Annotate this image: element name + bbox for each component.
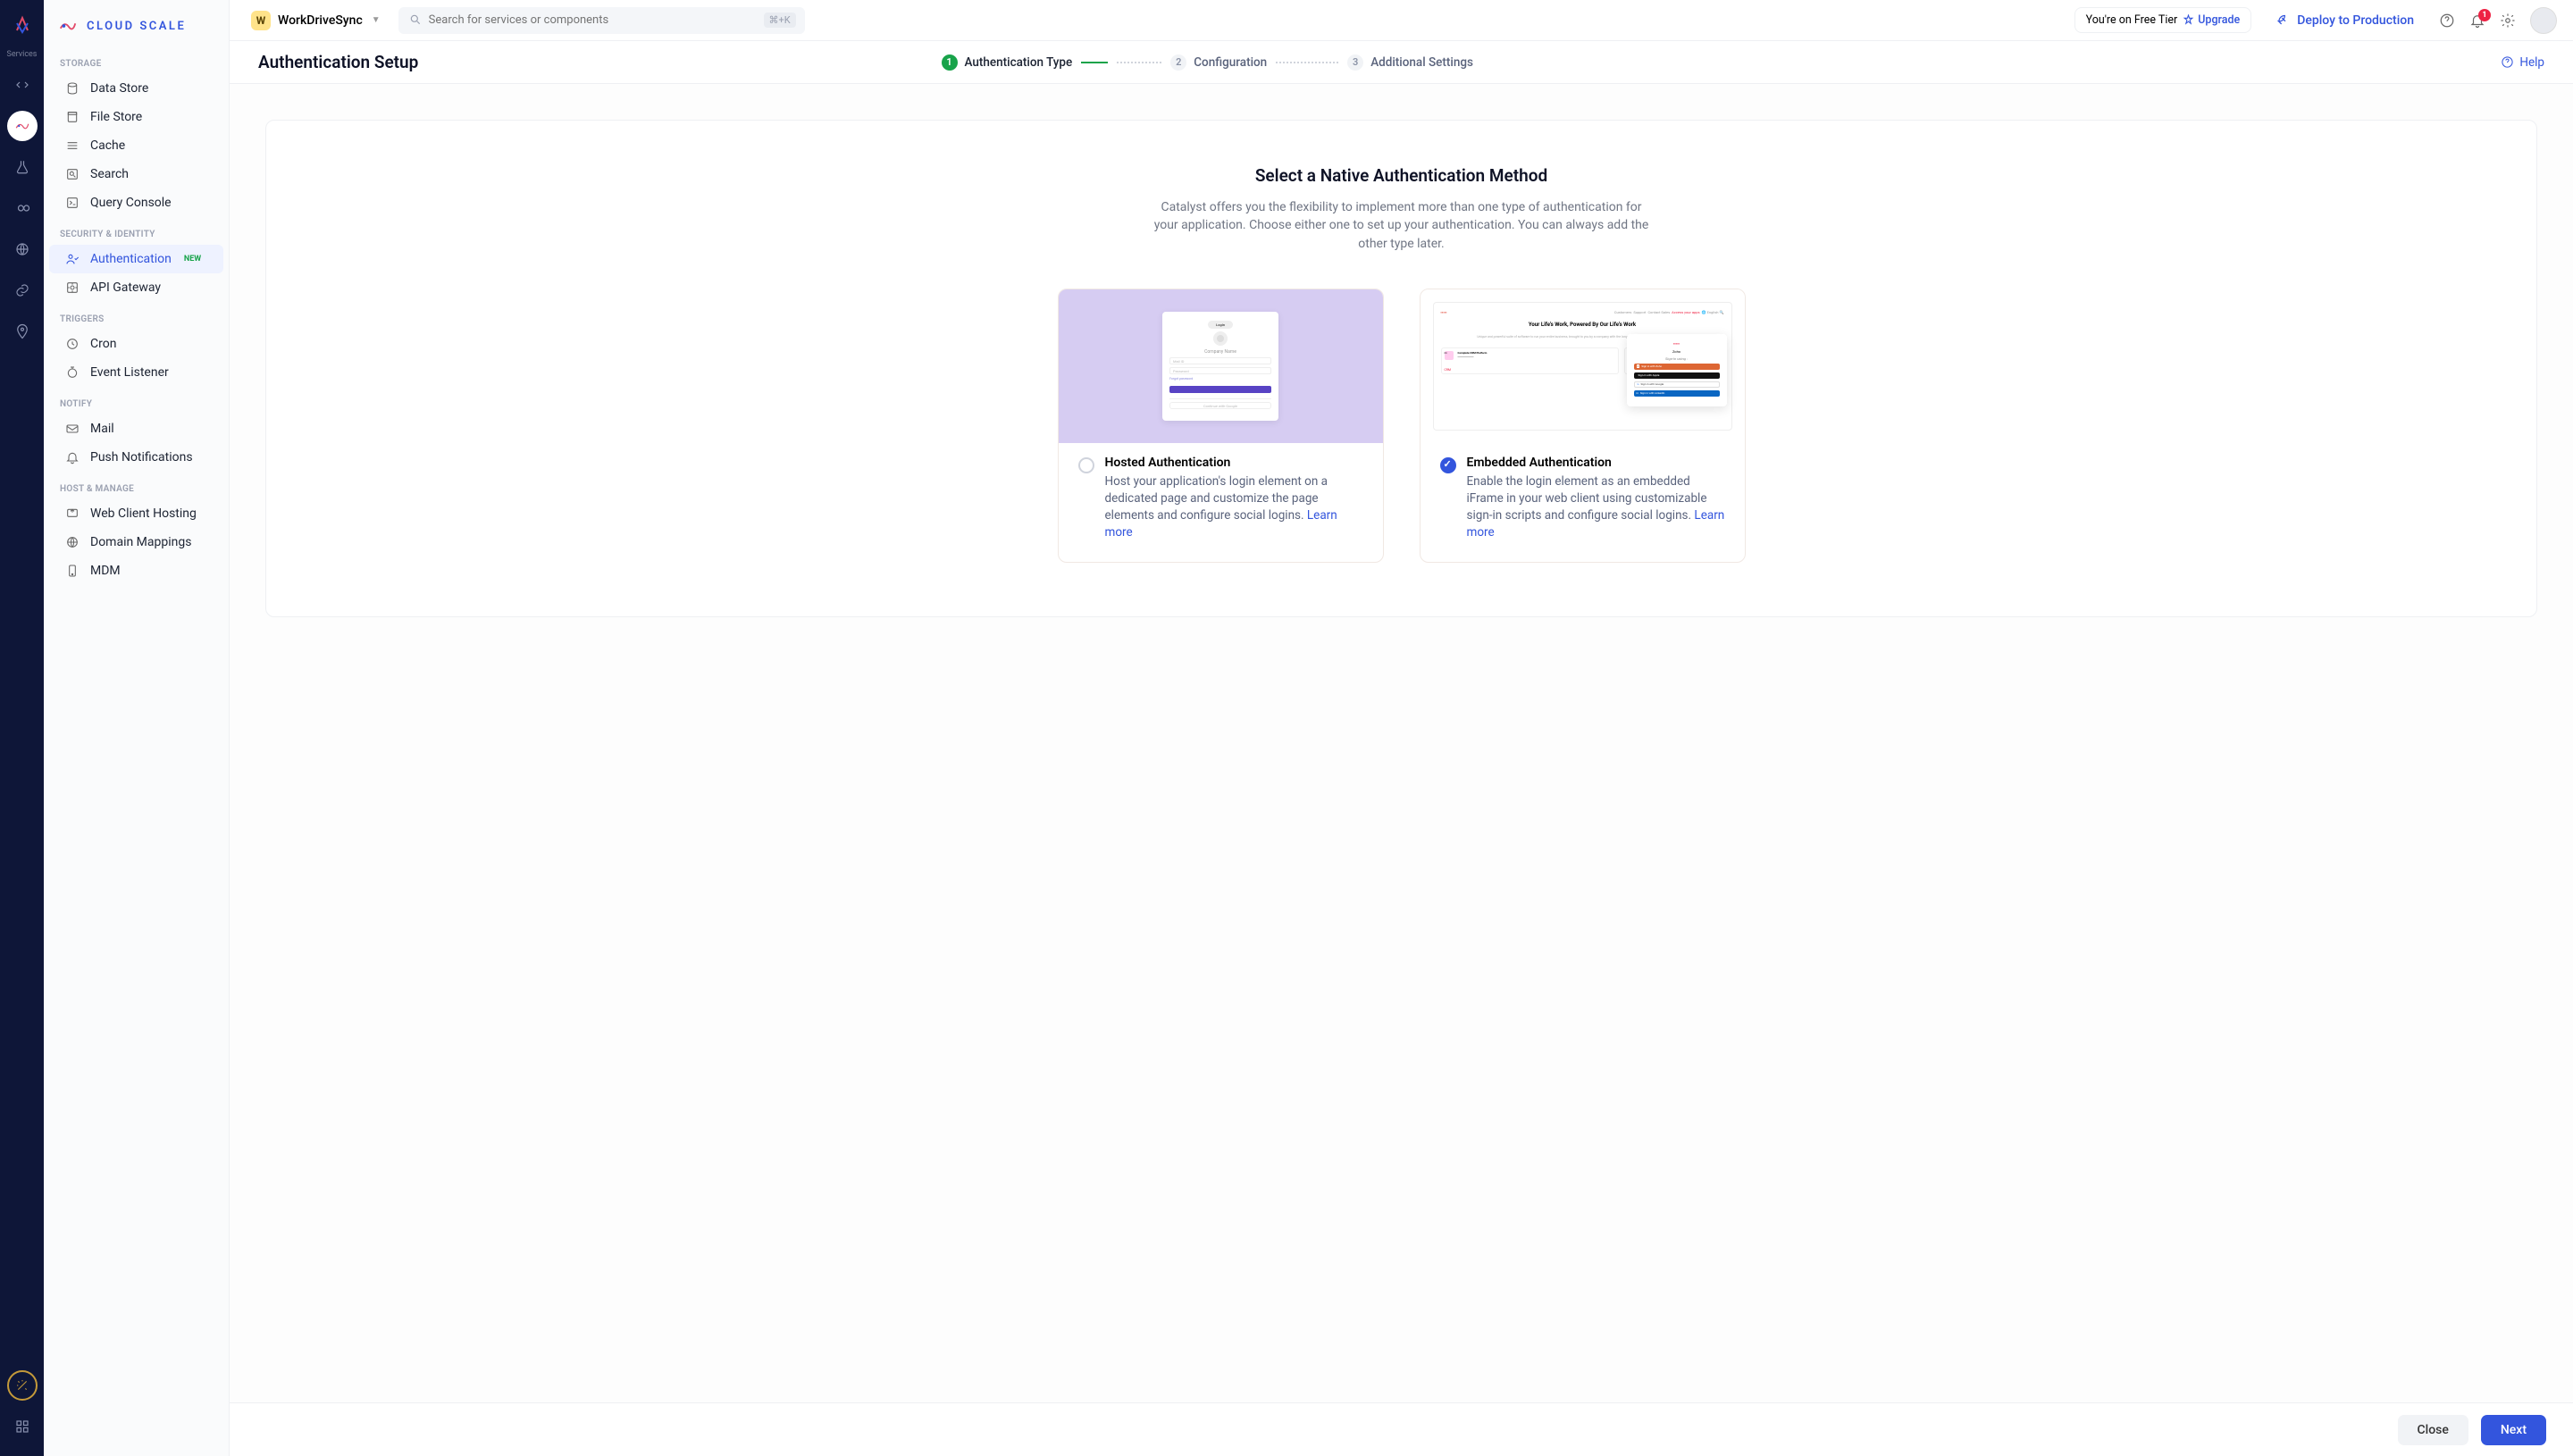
- card-embedded-auth[interactable]: ▪▪▪▪▪ Customers Support Contact Sales Ac…: [1420, 289, 1746, 564]
- menu-label: Authentication: [90, 252, 172, 266]
- sidebar-item-cache[interactable]: Cache: [49, 131, 223, 160]
- notification-badge: 1: [2478, 9, 2491, 21]
- sidebar-brand: CLOUD SCALE: [44, 0, 229, 46]
- sidebar-section-storage: STORAGE: [44, 46, 229, 74]
- menu-label: MDM: [90, 564, 121, 578]
- panel-subtitle: Catalyst offers you the flexibility to i…: [1152, 198, 1652, 253]
- close-button[interactable]: Close: [2398, 1415, 2468, 1445]
- project-initial: W: [251, 11, 271, 30]
- page-subheader: Authentication Setup 1Authentication Typ…: [230, 41, 2573, 84]
- main-area: W WorkDriveSync ▼ ⌘+K You're on Free Tie…: [230, 0, 2573, 1456]
- user-avatar[interactable]: [2530, 7, 2557, 34]
- menu-label: Query Console: [90, 196, 172, 210]
- menu-label: Event Listener: [90, 365, 169, 380]
- new-badge: NEW: [184, 255, 201, 264]
- footer-bar: Close Next: [230, 1402, 2573, 1456]
- menu-label: Search: [90, 167, 129, 181]
- help-icon[interactable]: [2439, 13, 2455, 29]
- next-button[interactable]: Next: [2481, 1415, 2546, 1445]
- project-name: WorkDriveSync: [278, 13, 363, 28]
- project-selector[interactable]: W WorkDriveSync ▼: [246, 7, 386, 34]
- tier-box: You're on Free Tier Upgrade: [2074, 7, 2252, 33]
- search-input[interactable]: [398, 7, 805, 34]
- sidebar-section-host: HOST & MANAGE: [44, 472, 229, 499]
- sidebar-item-cron[interactable]: Cron: [49, 330, 223, 358]
- card-title: Hosted Authentication: [1105, 456, 1363, 470]
- card-desc: Enable the login element as an embedded …: [1467, 473, 1725, 541]
- tier-text: You're on Free Tier: [2086, 13, 2178, 27]
- menu-label: API Gateway: [90, 280, 161, 295]
- card-title: Embedded Authentication: [1467, 456, 1725, 470]
- brand-text: CLOUD SCALE: [87, 20, 186, 33]
- sidebar-item-push-notifications[interactable]: Push Notifications: [49, 443, 223, 472]
- menu-label: File Store: [90, 110, 142, 124]
- radio-hosted[interactable]: [1078, 457, 1094, 473]
- menu-label: Data Store: [90, 81, 148, 96]
- rail-item-cloudscale[interactable]: [7, 111, 38, 141]
- sidebar-section-notify: NOTIFY: [44, 387, 229, 414]
- help-link[interactable]: Help: [2501, 55, 2544, 70]
- card-desc: Host your application's login element on…: [1105, 473, 1363, 541]
- menu-label: Domain Mappings: [90, 535, 191, 549]
- menu-label: Web Client Hosting: [90, 506, 197, 521]
- step-connector: [1117, 62, 1161, 63]
- sidebar-item-web-client-hosting[interactable]: Web Client Hosting: [49, 499, 223, 528]
- services-label: Services: [7, 50, 38, 59]
- card-preview-hosted: Login Company Name Mail ID Password Forg…: [1059, 289, 1383, 443]
- rail-item-location[interactable]: [7, 316, 38, 347]
- auth-panel: Select a Native Authentication Method Ca…: [265, 120, 2537, 617]
- upgrade-link[interactable]: Upgrade: [2183, 13, 2240, 27]
- step-connector: [1081, 62, 1108, 63]
- menu-label: Cache: [90, 138, 125, 153]
- radio-embedded[interactable]: [1440, 457, 1456, 473]
- panel-heading: Select a Native Authentication Method: [320, 165, 2483, 186]
- sidebar-item-mail[interactable]: Mail: [49, 414, 223, 443]
- step-connector: [1276, 62, 1338, 63]
- deploy-button[interactable]: Deploy to Production: [2264, 8, 2426, 33]
- rail-item-world[interactable]: [7, 234, 38, 264]
- content: Select a Native Authentication Method Ca…: [230, 84, 2573, 1456]
- sidebar: CLOUD SCALE STORAGE Data Store File Stor…: [44, 0, 230, 1456]
- settings-icon[interactable]: [2500, 13, 2516, 29]
- sidebar-item-domain-mappings[interactable]: Domain Mappings: [49, 528, 223, 556]
- menu-label: Push Notifications: [90, 450, 193, 464]
- sidebar-item-authentication[interactable]: Authentication NEW: [49, 245, 223, 273]
- rail-item-code[interactable]: [7, 70, 38, 100]
- sidebar-item-query-console[interactable]: Query Console: [49, 188, 223, 217]
- stepper: 1Authentication Type 2Configuration 3Add…: [942, 54, 1473, 71]
- step-2[interactable]: 2Configuration: [1170, 54, 1267, 71]
- card-preview-embedded: ▪▪▪▪▪ Customers Support Contact Sales Ac…: [1421, 289, 1745, 443]
- sidebar-item-mdm[interactable]: MDM: [49, 556, 223, 585]
- apps-grid-icon[interactable]: [7, 1411, 38, 1442]
- menu-label: Mail: [90, 422, 114, 436]
- notifications-icon[interactable]: 1: [2469, 13, 2485, 29]
- step-1[interactable]: 1Authentication Type: [942, 54, 1073, 71]
- sidebar-item-event-listener[interactable]: Event Listener: [49, 358, 223, 387]
- sidebar-section-triggers: TRIGGERS: [44, 302, 229, 330]
- sidebar-item-api-gateway[interactable]: API Gateway: [49, 273, 223, 302]
- step-3[interactable]: 3Additional Settings: [1347, 54, 1473, 71]
- chevron-down-icon: ▼: [372, 15, 381, 25]
- search-container: ⌘+K: [398, 7, 805, 34]
- topbar: W WorkDriveSync ▼ ⌘+K You're on Free Tie…: [230, 0, 2573, 41]
- magic-wand-button[interactable]: [7, 1370, 38, 1401]
- app-logo: [12, 14, 33, 36]
- sidebar-item-search[interactable]: Search: [49, 160, 223, 188]
- sidebar-item-data-store[interactable]: Data Store: [49, 74, 223, 103]
- menu-label: Cron: [90, 337, 116, 351]
- icon-rail: Services: [0, 0, 44, 1456]
- sidebar-section-security: SECURITY & IDENTITY: [44, 217, 229, 245]
- rail-item-link[interactable]: [7, 275, 38, 305]
- embed-signin-popup: ▪▪▪▪▪ Zoho Sign-in using : ZSign in with…: [1627, 334, 1727, 406]
- search-icon: [409, 13, 422, 26]
- rail-item-infinity[interactable]: [7, 193, 38, 223]
- search-shortcut: ⌘+K: [764, 13, 796, 28]
- card-hosted-auth[interactable]: Login Company Name Mail ID Password Forg…: [1058, 289, 1384, 564]
- sidebar-item-file-store[interactable]: File Store: [49, 103, 223, 131]
- page-title: Authentication Setup: [258, 52, 418, 72]
- rail-item-lab[interactable]: [7, 152, 38, 182]
